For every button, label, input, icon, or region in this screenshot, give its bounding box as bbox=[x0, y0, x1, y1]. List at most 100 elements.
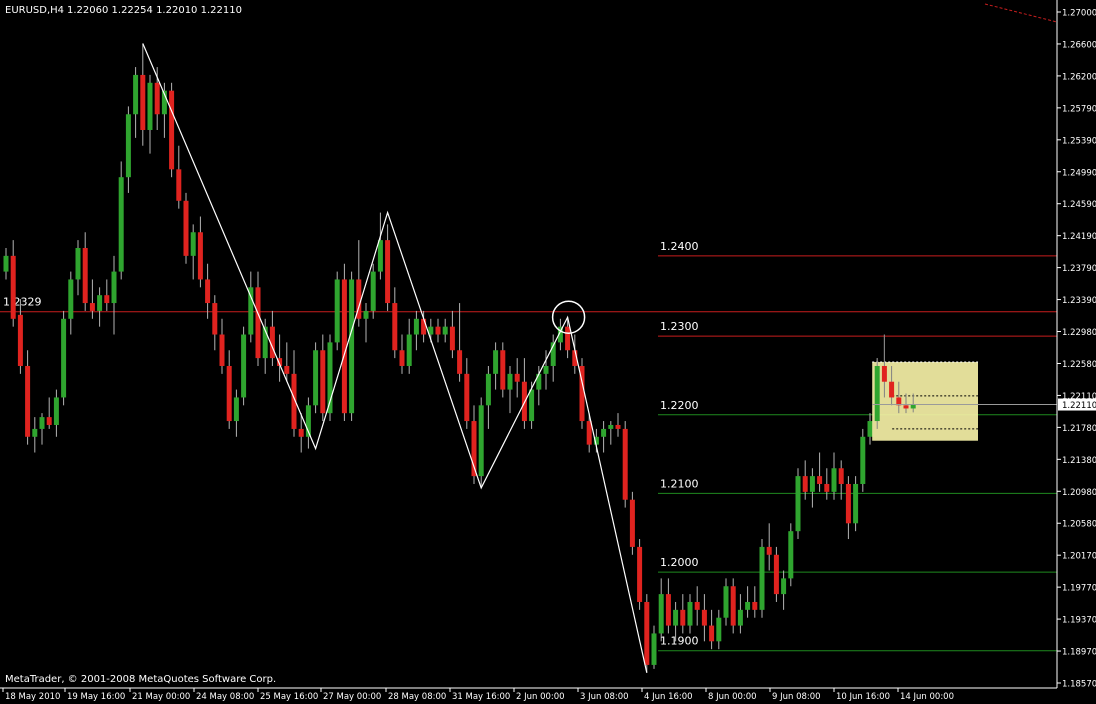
candle bbox=[845, 483, 851, 524]
candle bbox=[334, 279, 340, 343]
candle bbox=[133, 74, 139, 115]
candle bbox=[111, 271, 117, 304]
x-tick-label: 28 May 08:00 bbox=[388, 692, 446, 702]
candle bbox=[543, 365, 549, 374]
candle bbox=[507, 373, 513, 390]
candle bbox=[903, 405, 909, 409]
candle bbox=[601, 428, 607, 437]
candle bbox=[737, 609, 743, 626]
candle bbox=[82, 247, 88, 304]
candle bbox=[68, 279, 74, 319]
price-level-label: 1.2200 bbox=[660, 399, 699, 412]
candle bbox=[716, 617, 722, 642]
candle bbox=[255, 287, 261, 359]
x-tick-label: 18 May 2010 bbox=[5, 692, 60, 702]
candle bbox=[802, 476, 808, 492]
y-tick-label: 1.26600 bbox=[1062, 40, 1096, 50]
candle bbox=[241, 334, 247, 398]
candle bbox=[730, 586, 736, 626]
candle bbox=[147, 82, 153, 130]
y-tick-label: 1.24590 bbox=[1062, 200, 1096, 210]
candle bbox=[10, 255, 16, 319]
candle bbox=[694, 601, 700, 610]
candle bbox=[118, 177, 124, 272]
candle bbox=[773, 554, 779, 595]
x-tick-label: 24 May 08:00 bbox=[196, 692, 254, 702]
candle bbox=[233, 397, 239, 422]
candle bbox=[25, 365, 31, 437]
candle bbox=[514, 373, 520, 382]
candle bbox=[413, 318, 419, 335]
zigzag-pattern bbox=[142, 43, 648, 673]
candle bbox=[838, 468, 844, 484]
current-price-label: 1.22110 bbox=[1062, 401, 1096, 411]
candle bbox=[421, 318, 427, 335]
candle bbox=[183, 200, 189, 256]
candle bbox=[622, 428, 628, 500]
candle bbox=[673, 609, 679, 626]
y-tick-label: 1.23790 bbox=[1062, 264, 1096, 274]
candle bbox=[61, 318, 67, 398]
candle bbox=[457, 350, 463, 374]
candle bbox=[154, 82, 160, 115]
candle bbox=[478, 405, 484, 477]
price-level-label: 1.2400 bbox=[660, 240, 699, 253]
y-tick-label: 1.21380 bbox=[1062, 456, 1096, 466]
candles-group bbox=[3, 43, 916, 673]
candle bbox=[219, 334, 225, 366]
y-tick-label: 1.23390 bbox=[1062, 296, 1096, 306]
candle bbox=[493, 350, 499, 374]
candlestick-chart[interactable]: 1.2329 1.2400 1.2300 1.2200 1.2100 1.2000 1.19… bbox=[0, 0, 1096, 704]
candle bbox=[370, 271, 376, 311]
horizontal-line-label: 1.2329 bbox=[3, 296, 42, 309]
y-tick-label: 1.22980 bbox=[1062, 328, 1096, 338]
candle bbox=[341, 279, 347, 414]
y-tick-label: 1.25790 bbox=[1062, 104, 1096, 114]
candle bbox=[406, 334, 412, 366]
x-tick-label: 10 Jun 16:00 bbox=[836, 692, 890, 702]
candle bbox=[723, 586, 729, 618]
candle bbox=[89, 303, 95, 311]
candle bbox=[795, 476, 801, 532]
candle bbox=[853, 483, 859, 524]
candle bbox=[75, 247, 81, 280]
candle bbox=[32, 428, 38, 437]
y-tick-label: 1.18570 bbox=[1062, 680, 1096, 690]
candle bbox=[651, 633, 657, 665]
y-tick-label: 1.27000 bbox=[1062, 9, 1096, 19]
trend-line-dashed bbox=[984, 3, 1058, 23]
candle bbox=[889, 381, 895, 398]
candle bbox=[363, 310, 369, 319]
candle bbox=[125, 114, 131, 178]
candle bbox=[464, 373, 470, 422]
copyright-text: MetaTrader, © 2001-2008 MetaQuotes Softw… bbox=[5, 674, 276, 685]
candle bbox=[680, 609, 686, 626]
candle bbox=[536, 373, 542, 390]
candle bbox=[565, 326, 571, 351]
y-tick-label: 1.20580 bbox=[1062, 520, 1096, 530]
x-tick-label: 27 May 00:00 bbox=[323, 692, 381, 702]
candle bbox=[385, 240, 391, 304]
candle bbox=[485, 373, 491, 406]
candle bbox=[687, 601, 693, 626]
candle bbox=[766, 546, 772, 555]
candle bbox=[212, 303, 218, 335]
price-level-label: 1.2000 bbox=[660, 556, 699, 569]
candle bbox=[392, 303, 398, 351]
candle bbox=[759, 546, 765, 610]
candle bbox=[284, 365, 290, 374]
candle bbox=[500, 350, 506, 390]
x-tick-label: 4 Jun 16:00 bbox=[644, 692, 693, 702]
candle bbox=[529, 389, 535, 422]
candle bbox=[46, 417, 52, 425]
candle bbox=[205, 279, 211, 304]
candle bbox=[449, 326, 455, 351]
x-tick-label: 9 Jun 08:00 bbox=[772, 692, 821, 702]
candle bbox=[658, 594, 664, 634]
y-tick-label: 1.19370 bbox=[1062, 616, 1096, 626]
candle bbox=[874, 365, 880, 422]
candle bbox=[644, 601, 650, 665]
candle bbox=[53, 397, 59, 425]
candle bbox=[313, 350, 319, 406]
x-tick-label: 2 Jun 00:00 bbox=[516, 692, 565, 702]
